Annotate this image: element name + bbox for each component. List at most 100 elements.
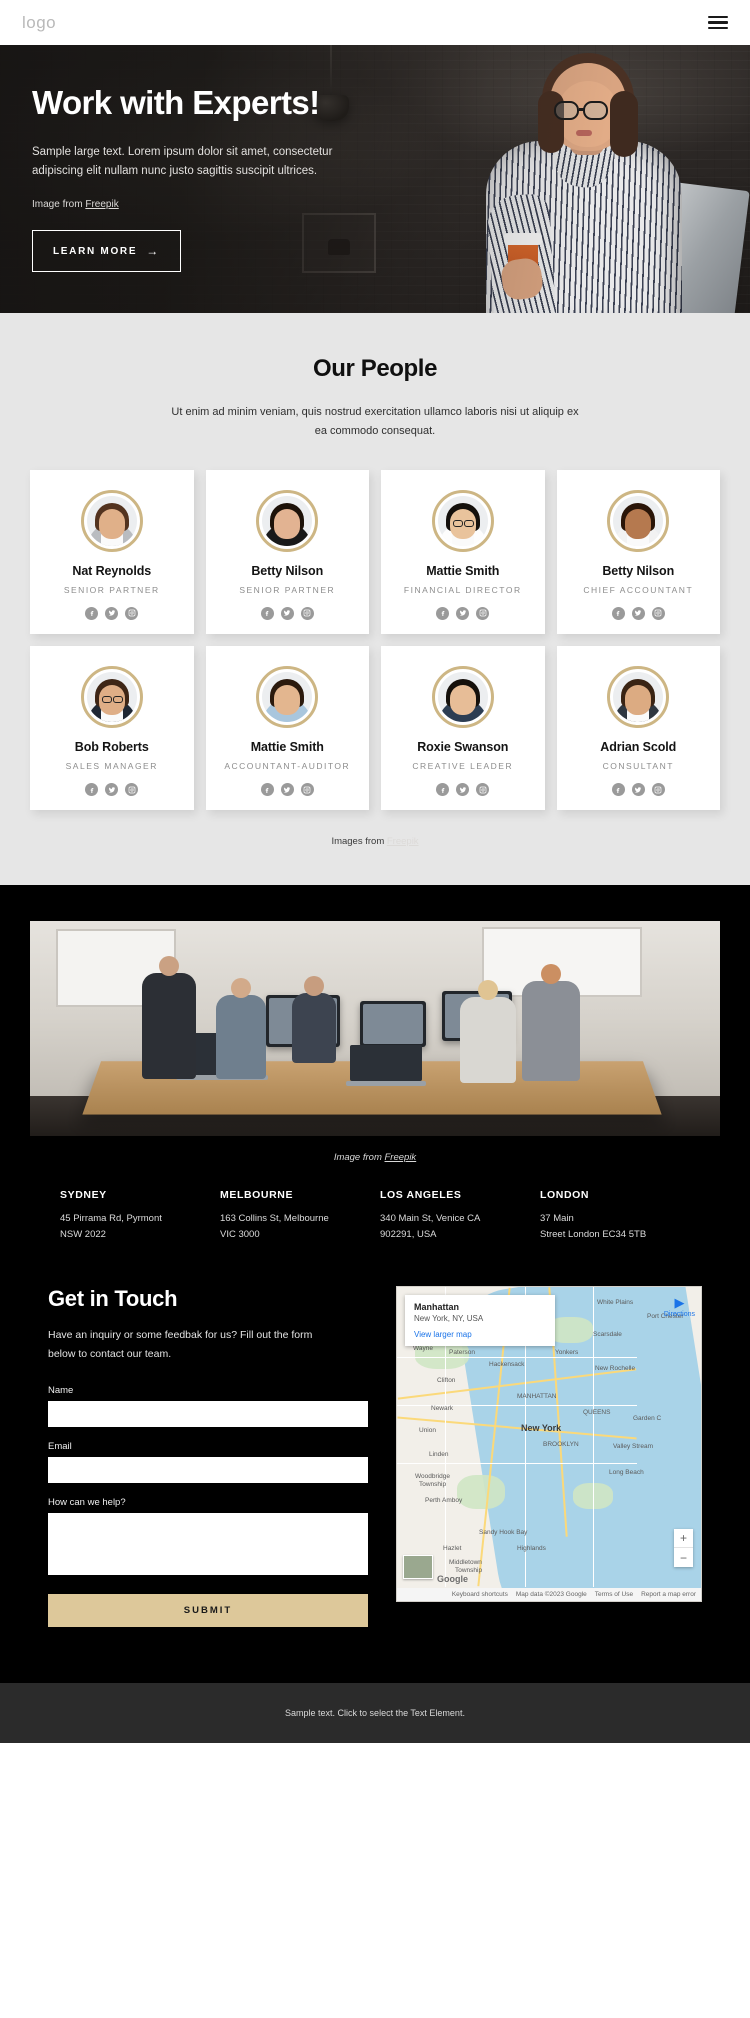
name-field-group: Name [48, 1385, 368, 1428]
team-member-card[interactable]: Nat Reynolds SENIOR PARTNER [30, 469, 194, 634]
instagram-icon[interactable] [300, 783, 314, 797]
team-member-card[interactable]: Mattie Smith ACCOUNTANT-AUDITOR [205, 645, 369, 811]
zoom-out-button[interactable]: − [674, 1548, 693, 1567]
facebook-icon[interactable] [85, 606, 99, 620]
office-address-line2: VIC 3000 [220, 1228, 260, 1240]
our-people-section: Our People Ut enim ad minim veniam, quis… [0, 313, 750, 886]
facebook-icon[interactable] [436, 783, 450, 797]
team-member-card[interactable]: Adrian Scold CONSULTANT [556, 645, 720, 811]
member-name: Adrian Scold [600, 739, 677, 754]
office-address-line2: Street London EC34 5TB [540, 1228, 647, 1240]
avatar [256, 489, 319, 552]
contact-subheading: Have an inquiry or some feedbak for us? … [48, 1329, 313, 1360]
facebook-icon[interactable] [611, 606, 625, 620]
instagram-icon[interactable] [476, 783, 490, 797]
office-location: LOS ANGELES 340 Main St, Venice CA 902291,… [380, 1189, 530, 1242]
map-label: BROOKLYN [543, 1441, 579, 1449]
hero-image-credit: Image from Freepik [32, 199, 462, 210]
map-report-link[interactable]: Report a map error [641, 1591, 696, 1598]
map-label: Scarsdale [593, 1331, 622, 1339]
team-member-card[interactable]: Bob Roberts SALES MANAGER [30, 645, 194, 811]
team-member-card[interactable]: Betty Nilson CHIEF ACCOUNTANT [556, 469, 720, 634]
map-label: Union [419, 1427, 436, 1435]
office-city: LONDON [540, 1189, 590, 1202]
twitter-icon[interactable] [631, 606, 645, 620]
instagram-icon[interactable] [125, 783, 139, 797]
twitter-icon[interactable] [456, 783, 470, 797]
office-address-line1: 37 Main [540, 1213, 574, 1225]
site-logo[interactable]: logo [22, 13, 56, 33]
map-place-title: Manhattan [414, 1302, 459, 1313]
map-label: Yonkers [555, 1349, 579, 1357]
site-footer: Sample text. Click to select the Text El… [0, 1683, 750, 1744]
member-name: Betty Nilson [602, 563, 675, 578]
instagram-icon[interactable] [651, 783, 665, 797]
facebook-icon[interactable] [260, 783, 274, 797]
map-zoom-controls[interactable]: + − [674, 1529, 693, 1568]
office-image-credit: Image from Freepik [0, 1136, 750, 1163]
office-address-line1: 45 Pirrama Rd, Pyrmont [60, 1213, 162, 1225]
message-field-group: How can we help? [48, 1497, 368, 1580]
people-credit-link[interactable]: Freepik [387, 836, 419, 847]
hamburger-menu-icon[interactable] [708, 15, 728, 30]
twitter-icon[interactable] [631, 783, 645, 797]
avatar [431, 665, 494, 728]
office-address: 45 Pirrama Rd, Pyrmont NSW 2022 [60, 1211, 210, 1242]
twitter-icon[interactable] [105, 606, 119, 620]
zoom-in-button[interactable]: + [674, 1529, 693, 1549]
contact-form-column: Get in Touch Have an inquiry or some fee… [48, 1286, 368, 1628]
email-input[interactable] [48, 1457, 368, 1484]
google-map[interactable]: White Plains Port Chester Scarsdale Yonkers… [396, 1286, 702, 1603]
email-label: Email [48, 1441, 72, 1453]
office-address-line1: 163 Collins St, Melbourne [220, 1213, 329, 1225]
team-member-card[interactable]: Mattie Smith FINANCIAL DIRECTOR [381, 469, 545, 634]
office-credit-link[interactable]: Freepik [385, 1152, 417, 1163]
contact-section: Get in Touch Have an inquiry or some fee… [0, 1242, 750, 1684]
member-role: ACCOUNTANT-AUDITOR [224, 760, 351, 771]
people-images-credit: Images from Freepik [0, 836, 750, 847]
twitter-icon[interactable] [280, 606, 294, 620]
map-label: Township [419, 1481, 447, 1489]
submit-button[interactable]: SUBMIT [48, 1594, 368, 1628]
team-member-card[interactable]: Roxie Swanson CREATIVE LEADER [381, 645, 545, 811]
map-keyboard-shortcuts[interactable]: Keyboard shortcuts [452, 1591, 508, 1598]
instagram-icon[interactable] [125, 606, 139, 620]
map-label: Valley Stream [613, 1443, 653, 1451]
instagram-icon[interactable] [651, 606, 665, 620]
twitter-icon[interactable] [456, 606, 470, 620]
landing-page: logo Work with Experts! Sample large tex… [0, 0, 750, 1744]
map-terms-link[interactable]: Terms of Use [595, 1591, 633, 1598]
map-label: Linden [429, 1451, 449, 1459]
office-address-line2: 902291, USA [380, 1228, 437, 1240]
twitter-icon[interactable] [280, 783, 294, 797]
footer-text: Sample text. Click to select the Text El… [285, 1708, 465, 1719]
member-name: Nat Reynolds [72, 563, 152, 578]
name-input[interactable] [48, 1401, 368, 1428]
member-name: Mattie Smith [250, 739, 324, 754]
view-larger-map-link[interactable]: View larger map [414, 1330, 546, 1339]
office-location: MELBOURNE 163 Collins St, Melbourne VIC 30… [220, 1189, 370, 1242]
learn-more-button[interactable]: LEARN MORE → [32, 230, 181, 273]
instagram-icon[interactable] [300, 606, 314, 620]
hero-credit-link[interactable]: Freepik [85, 199, 118, 210]
map-directions-button[interactable]: ▶ Directions [664, 1296, 695, 1318]
twitter-icon[interactable] [105, 783, 119, 797]
map-label: Woodbridge [415, 1473, 450, 1481]
facebook-icon[interactable] [611, 783, 625, 797]
member-role: CREATIVE LEADER [412, 760, 514, 771]
member-socials [85, 606, 139, 620]
hero-section: Work with Experts! Sample large text. Lo… [0, 45, 750, 313]
member-socials [611, 783, 665, 797]
instagram-icon[interactable] [476, 606, 490, 620]
office-address: 37 Main Street London EC34 5TB [540, 1211, 690, 1242]
message-textarea[interactable] [48, 1513, 368, 1576]
member-role: CHIEF ACCOUNTANT [583, 584, 694, 595]
office-address-line1: 340 Main St, Venice CA [380, 1213, 481, 1225]
team-member-card[interactable]: Betty Nilson SENIOR PARTNER [205, 469, 369, 634]
facebook-icon[interactable] [260, 606, 274, 620]
member-role: FINANCIAL DIRECTOR [403, 584, 522, 595]
facebook-icon[interactable] [436, 606, 450, 620]
map-satellite-thumbnail[interactable] [403, 1555, 433, 1580]
hero-title: Work with Experts! [32, 83, 320, 121]
facebook-icon[interactable] [85, 783, 99, 797]
